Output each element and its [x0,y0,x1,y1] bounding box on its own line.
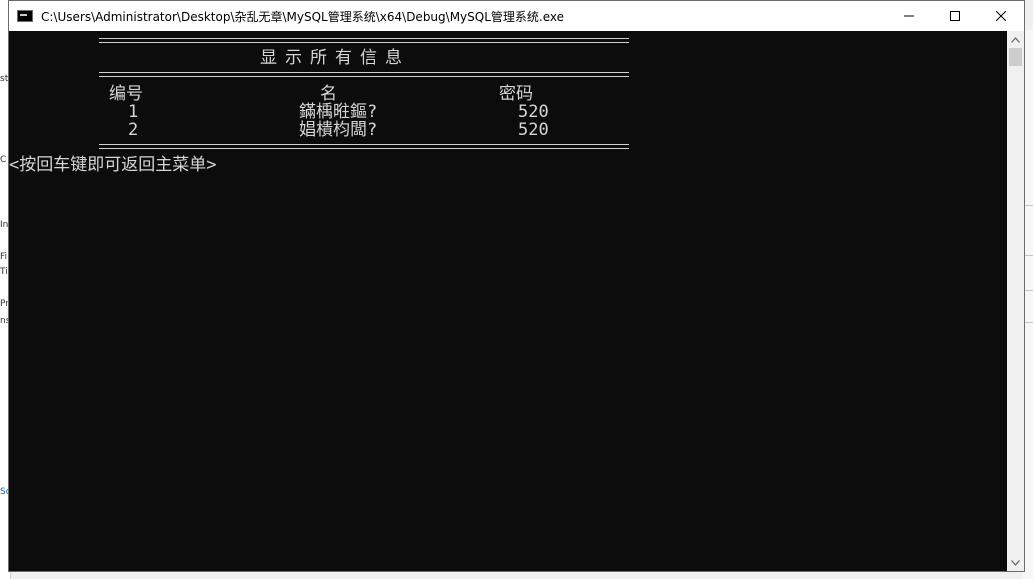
window-title: C:\Users\Administrator\Desktop\杂乱无章\MySQ… [41,9,565,24]
minimize-button[interactable] [886,1,932,31]
maximize-button[interactable] [932,1,978,31]
console-window[interactable]: C:\Users\Administrator\Desktop\杂乱无章\MySQ… [8,0,1025,572]
close-button[interactable] [978,1,1024,31]
column-header-name: 名 [320,84,337,104]
column-header-id: 编号 [109,84,143,104]
return-prompt: <按回车键即可返回主菜单> [9,155,217,175]
title-bar[interactable]: C:\Users\Administrator\Desktop\杂乱无章\MySQ… [9,1,1024,31]
console-heading: 显示所有信息 [260,48,410,68]
separator-line [99,144,629,149]
row-id: 1 [128,102,139,122]
column-header-password: 密码 [499,84,533,104]
background-text: Ti [0,267,8,277]
scrollbar-thumb[interactable] [1009,48,1022,66]
row-password: 520 [518,102,549,122]
background-text: C [0,155,7,165]
window-controls [886,1,1024,31]
vertical-scrollbar[interactable] [1007,31,1024,571]
separator-line [99,38,629,43]
row-name: 娼樻枃闆? [299,120,378,140]
row-name: 鏋楀暀鏂? [299,102,378,122]
console-output: 显示所有信息 编号 名 密码 1 鏋楀暀鏂? 520 2 娼樻枃闆? 520 <… [9,31,1009,571]
close-icon [996,11,1006,21]
maximize-icon [950,11,960,21]
row-id: 2 [128,120,139,140]
console-app-icon [17,10,33,22]
background-text: Fi [0,252,8,262]
chevron-up-icon [1011,36,1020,43]
minimize-icon [904,15,914,17]
scroll-down-button[interactable] [1007,554,1024,571]
separator-line [99,72,629,77]
chevron-down-icon [1011,559,1020,566]
background-text: st [0,74,9,84]
row-password: 520 [518,120,549,140]
scroll-up-button[interactable] [1007,31,1024,48]
